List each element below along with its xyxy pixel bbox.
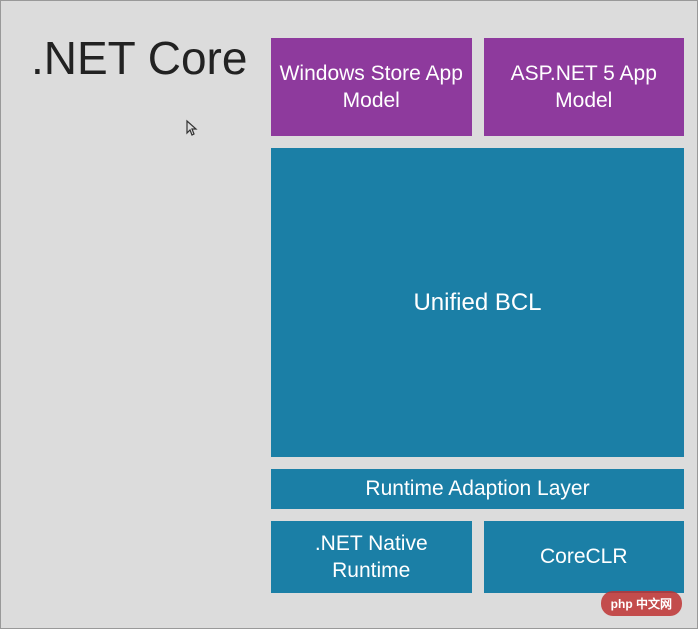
windows-store-app-model-box: Windows Store App Model [271, 38, 472, 136]
cursor-icon [183, 119, 199, 144]
runtime-adaption-layer-box: Runtime Adaption Layer [271, 469, 684, 509]
architecture-stack: Windows Store App Model ASP.NET 5 App Mo… [271, 38, 684, 593]
aspnet-app-model-box: ASP.NET 5 App Model [484, 38, 685, 136]
diagram-title: .NET Core [31, 31, 247, 85]
coreclr-box: CoreCLR [484, 521, 685, 593]
app-models-row: Windows Store App Model ASP.NET 5 App Mo… [271, 38, 684, 136]
runtimes-row: .NET Native Runtime CoreCLR [271, 521, 684, 593]
unified-bcl-box: Unified BCL [271, 148, 684, 457]
net-native-runtime-box: .NET Native Runtime [271, 521, 472, 593]
watermark-badge: php 中文网 [601, 591, 682, 616]
